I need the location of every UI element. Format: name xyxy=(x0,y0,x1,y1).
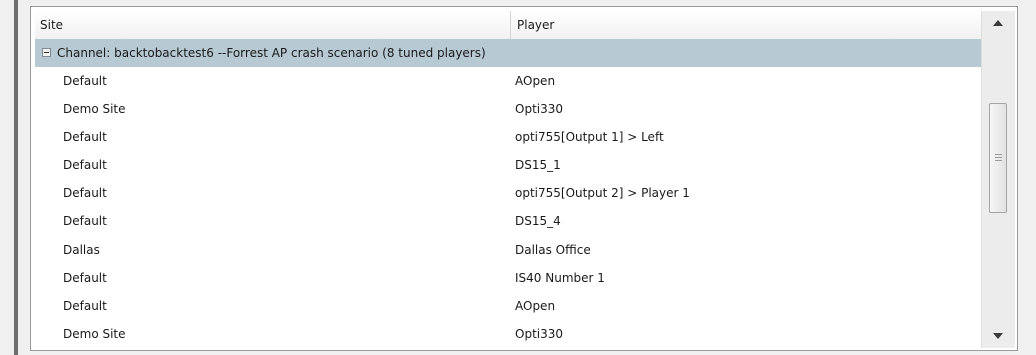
grip-line xyxy=(995,157,1002,158)
scroll-up-arrow-icon[interactable] xyxy=(993,20,1003,26)
table-row[interactable]: Default DS15_1 xyxy=(35,151,981,179)
column-header-player[interactable]: Player xyxy=(512,11,981,39)
cell-player: IS40 Number 1 xyxy=(515,270,605,285)
table-row[interactable]: Default AOpen xyxy=(35,67,981,95)
cell-player: Opti330 xyxy=(515,326,564,341)
table-row[interactable]: Default DS15_4 xyxy=(35,207,981,235)
cell-player: AOpen xyxy=(515,74,556,88)
column-header-site[interactable]: Site xyxy=(35,11,511,39)
table-row[interactable]: Default opti755[Output 1] > Left xyxy=(35,123,981,151)
table-row[interactable]: Default opti755[Output 2] > Player 1 xyxy=(35,179,981,207)
cell-site: Default xyxy=(63,298,107,313)
cell-site: Default xyxy=(63,214,107,229)
cell-player: opti755[Output 2] > Player 1 xyxy=(515,186,690,201)
cell-player: Dallas Office xyxy=(515,242,591,257)
table-row[interactable]: Demo Site Opti330 xyxy=(35,320,981,348)
grip-line xyxy=(995,160,1002,161)
cell-site: Demo Site xyxy=(63,326,126,341)
cell-site: Default xyxy=(63,186,107,201)
window-edge-bar xyxy=(14,0,18,355)
cell-site: Default xyxy=(63,270,107,285)
grid-frame: Site Player Channel: backtobacktest6 --F… xyxy=(30,6,1018,351)
cell-site: Dallas xyxy=(63,242,100,257)
grip-line xyxy=(995,154,1002,155)
cell-player: opti755[Output 1] > Left xyxy=(515,130,664,145)
cell-site: Default xyxy=(63,158,107,173)
grid-rows: Default AOpen Demo Site Opti330 Default … xyxy=(35,67,981,348)
collapse-minus-icon[interactable] xyxy=(42,48,51,57)
players-grid: Site Player Channel: backtobacktest6 --F… xyxy=(35,11,1015,348)
channel-group-row[interactable]: Channel: backtobacktest6 --Forrest AP cr… xyxy=(35,39,981,67)
cell-site: Demo Site xyxy=(63,102,126,117)
cell-player: DS15_1 xyxy=(515,158,561,173)
table-row[interactable]: Default AOpen xyxy=(35,292,981,320)
cell-player: DS15_4 xyxy=(515,214,561,229)
scroll-down-arrow-icon[interactable] xyxy=(993,333,1003,339)
cell-site: Default xyxy=(63,74,107,88)
scrollbar-thumb[interactable] xyxy=(989,103,1007,213)
grid-header: Site Player xyxy=(35,11,981,40)
cell-site: Default xyxy=(63,130,107,145)
channel-group-label: Channel: backtobacktest6 --Forrest AP cr… xyxy=(57,46,486,60)
cell-player: AOpen xyxy=(515,298,556,313)
table-row[interactable]: Default IS40 Number 1 xyxy=(35,264,981,292)
cell-player: Opti330 xyxy=(515,102,564,117)
table-row[interactable]: Demo Site Opti330 xyxy=(35,95,981,123)
table-row[interactable]: Dallas Dallas Office xyxy=(35,236,981,264)
vertical-scrollbar[interactable] xyxy=(981,11,1015,348)
